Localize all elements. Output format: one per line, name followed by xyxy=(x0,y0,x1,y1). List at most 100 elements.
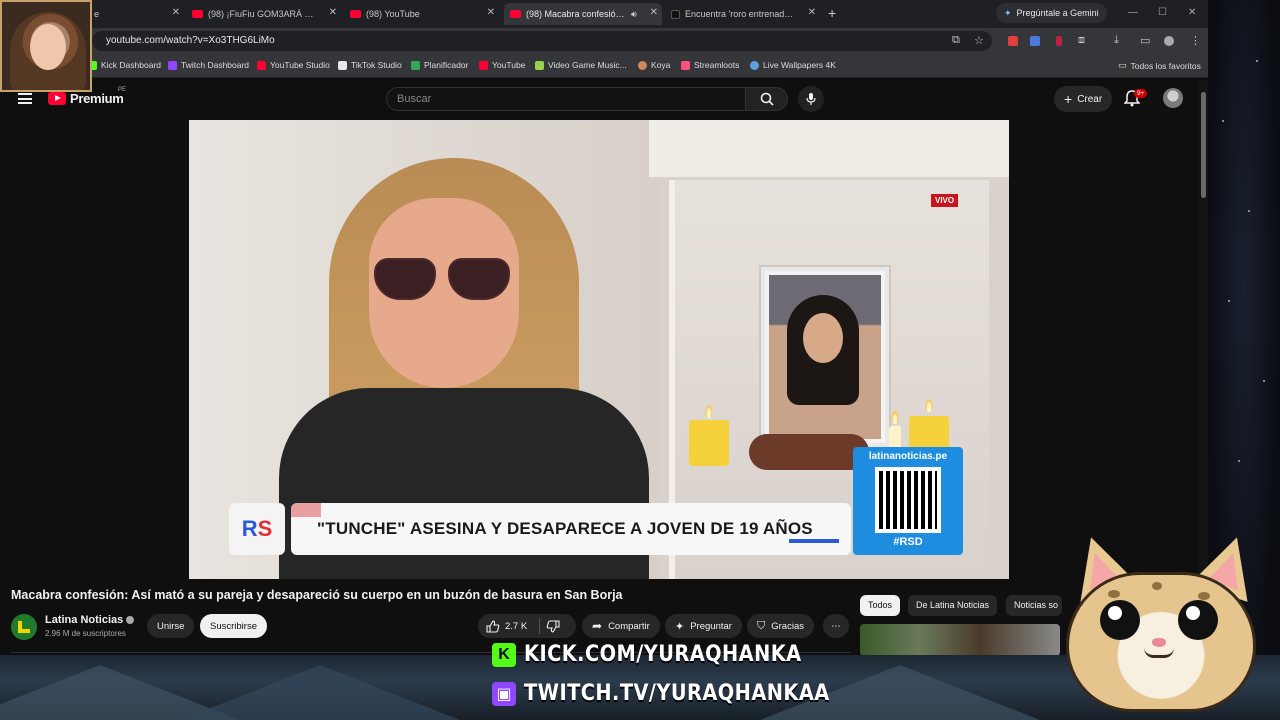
channel-logo-rs: RS xyxy=(229,503,285,555)
share-button[interactable]: ➦ Compartir xyxy=(582,614,660,638)
youtube-icon xyxy=(510,10,521,18)
thumbs-down-icon[interactable] xyxy=(546,619,560,633)
live-badge: VIVO xyxy=(931,194,959,207)
subscriber-count: 2.96 M de suscriptores xyxy=(45,629,126,638)
close-icon[interactable]: ✕ xyxy=(808,7,816,18)
microphone-icon xyxy=(806,93,816,105)
gemini-button[interactable]: ✦ Pregúntale a Gemini xyxy=(996,3,1107,23)
twitch-link: ▣ TWITCH.TV/YURAQHANKAA xyxy=(492,681,871,706)
memorial-photo-frame xyxy=(761,267,889,447)
tab-2[interactable]: (98) ¡FiuFiu GOM3ARÁ a Si ✕ xyxy=(186,3,341,25)
minimize-icon[interactable]: — xyxy=(1128,7,1138,18)
kick-link: K KICK.COM/YURAQHANKA xyxy=(492,642,839,667)
chip-from-channel[interactable]: De Latina Noticias xyxy=(908,595,998,616)
qr-url: latinanoticias.pe xyxy=(868,451,948,462)
bookmark-item[interactable]: Twitch Dashboard xyxy=(168,60,249,70)
tab-label: Encuentra 'roro entrenador am xyxy=(685,9,795,19)
region-code: PE xyxy=(118,87,127,93)
menu-kebab-icon[interactable]: ⋮ xyxy=(1190,34,1201,47)
bookmark-item[interactable]: Koya xyxy=(638,60,670,70)
tab-3[interactable]: (98) YouTube ✕ xyxy=(344,3,499,25)
profile-icon[interactable] xyxy=(1164,36,1174,46)
qr-code-panel: latinanoticias.pe #RSD xyxy=(853,447,963,555)
tiktok-icon xyxy=(338,60,347,70)
tab-5[interactable]: Encuentra 'roro entrenador am ✕ xyxy=(665,3,820,25)
close-icon[interactable]: ✕ xyxy=(487,7,495,18)
bookmark-star-icon[interactable]: ☆ xyxy=(974,34,984,47)
scrollbar-thumb[interactable] xyxy=(1201,92,1206,198)
all-favorites[interactable]: ▭ Todos los favoritos xyxy=(1118,60,1201,71)
folder-icon: ▭ xyxy=(1118,60,1127,70)
youtube-icon xyxy=(257,60,266,70)
close-icon[interactable]: ✕ xyxy=(650,7,658,18)
create-label: Crear xyxy=(1077,93,1103,105)
bookmark-item[interactable]: Planificador xyxy=(411,60,468,70)
close-icon[interactable]: ✕ xyxy=(329,7,337,18)
address-toolbar: youtube.com/watch?v=Xo3THG6LiMo ⧉ ☆ ⧈ ⤓ … xyxy=(0,28,1208,54)
thanks-button[interactable]: ⛉ Gracias xyxy=(747,614,814,638)
bookmark-item[interactable]: Streamloots xyxy=(681,60,739,70)
join-button[interactable]: Unirse xyxy=(147,614,195,638)
extensions-puzzle-icon[interactable]: ⧈ xyxy=(1078,34,1085,47)
like-button[interactable]: 2.7 K xyxy=(486,619,527,633)
super-thanks-icon: ⛉ xyxy=(757,619,766,632)
channel-name[interactable]: Latina Noticias xyxy=(45,614,135,626)
streamloots-icon xyxy=(681,60,690,70)
bookmark-item[interactable]: YouTube xyxy=(479,60,525,70)
bookmark-item[interactable]: Live Wallpapers 4K xyxy=(750,60,836,70)
bookmark-item[interactable]: YouTube Studio xyxy=(257,60,330,70)
browser-window: e ✕ (98) ¡FiuFiu GOM3ARÁ a Si ✕ (98) You… xyxy=(0,0,1208,720)
recommended-video-thumbnail[interactable] xyxy=(860,624,1060,656)
tab-4-active[interactable]: (98) Macabra confesión: As 🔊︎ ✕ xyxy=(504,3,662,25)
gemini-icon: ✦ xyxy=(1004,7,1012,18)
sunglasses xyxy=(374,258,514,300)
window-close-icon[interactable]: ✕ xyxy=(1188,7,1196,18)
search-input[interactable]: Buscar xyxy=(386,87,746,111)
extension-icon[interactable] xyxy=(1008,36,1018,46)
wallpaper-icon xyxy=(750,60,759,70)
new-tab-icon[interactable]: + xyxy=(828,5,836,21)
bookmark-item[interactable]: Kick Dashboard xyxy=(88,60,161,70)
create-button[interactable]: + Crear xyxy=(1054,86,1113,112)
subscribe-button[interactable]: Suscribirse xyxy=(200,614,267,638)
latina-logo-icon xyxy=(18,621,30,633)
hamburger-menu-icon[interactable] xyxy=(18,93,32,104)
tab-strip: e ✕ (98) ¡FiuFiu GOM3ARÁ a Si ✕ (98) You… xyxy=(0,0,1208,28)
search-button[interactable] xyxy=(746,87,788,111)
search-icon xyxy=(760,92,774,106)
sidebar-icon[interactable]: ▭ xyxy=(1140,34,1150,47)
youtube-icon xyxy=(479,60,488,70)
install-app-icon[interactable]: ⧉ xyxy=(952,34,960,47)
bookmark-item[interactable]: TikTok Studio xyxy=(338,60,402,70)
youtube-premium-logo[interactable]: Premium PE xyxy=(48,87,126,106)
youtube-play-icon xyxy=(48,92,66,105)
maximize-icon[interactable]: ☐ xyxy=(1158,7,1167,18)
bookmark-item[interactable]: Video Game Music... xyxy=(535,60,627,70)
sparkle-icon: ✦ xyxy=(675,620,685,633)
chip-all[interactable]: Todos xyxy=(860,595,901,616)
screen: e ✕ (98) ¡FiuFiu GOM3ARÁ a Si ✕ (98) You… xyxy=(0,0,1280,720)
voice-search-button[interactable] xyxy=(798,86,824,112)
cat-mascot xyxy=(1048,528,1280,720)
video-player[interactable]: VIVO latinanoticias.pe #RSD RS "TUNCHE" … xyxy=(189,120,1009,579)
user-avatar[interactable] xyxy=(1163,88,1183,108)
gemini-label: Pregúntale a Gemini xyxy=(1016,8,1099,18)
bookmarks-bar: Kick Dashboard Twitch Dashboard YouTube … xyxy=(0,54,1208,78)
tab-1[interactable]: e ✕ xyxy=(88,3,184,25)
translate-extension-icon[interactable] xyxy=(1030,36,1040,46)
candle xyxy=(689,420,729,466)
speaker-icon[interactable]: 🔊︎ xyxy=(631,9,637,20)
url-field[interactable]: youtube.com/watch?v=Xo3THG6LiMo xyxy=(92,31,992,51)
like-dislike-group: 2.7 K xyxy=(478,614,576,638)
plus-icon: + xyxy=(1064,91,1073,107)
ask-button[interactable]: ✦ Preguntar xyxy=(665,614,742,638)
tab-label: e xyxy=(94,9,100,19)
logo-text: Premium xyxy=(70,91,124,106)
share-arrow-icon: ➦ xyxy=(592,619,603,633)
more-actions-button[interactable]: ⋯ xyxy=(823,614,849,638)
close-icon[interactable]: ✕ xyxy=(172,7,180,18)
channel-avatar[interactable] xyxy=(11,614,37,640)
download-icon[interactable]: ⤓ xyxy=(1114,34,1119,47)
tab-label: (98) YouTube xyxy=(366,9,420,19)
extension-icon[interactable] xyxy=(1056,36,1062,46)
